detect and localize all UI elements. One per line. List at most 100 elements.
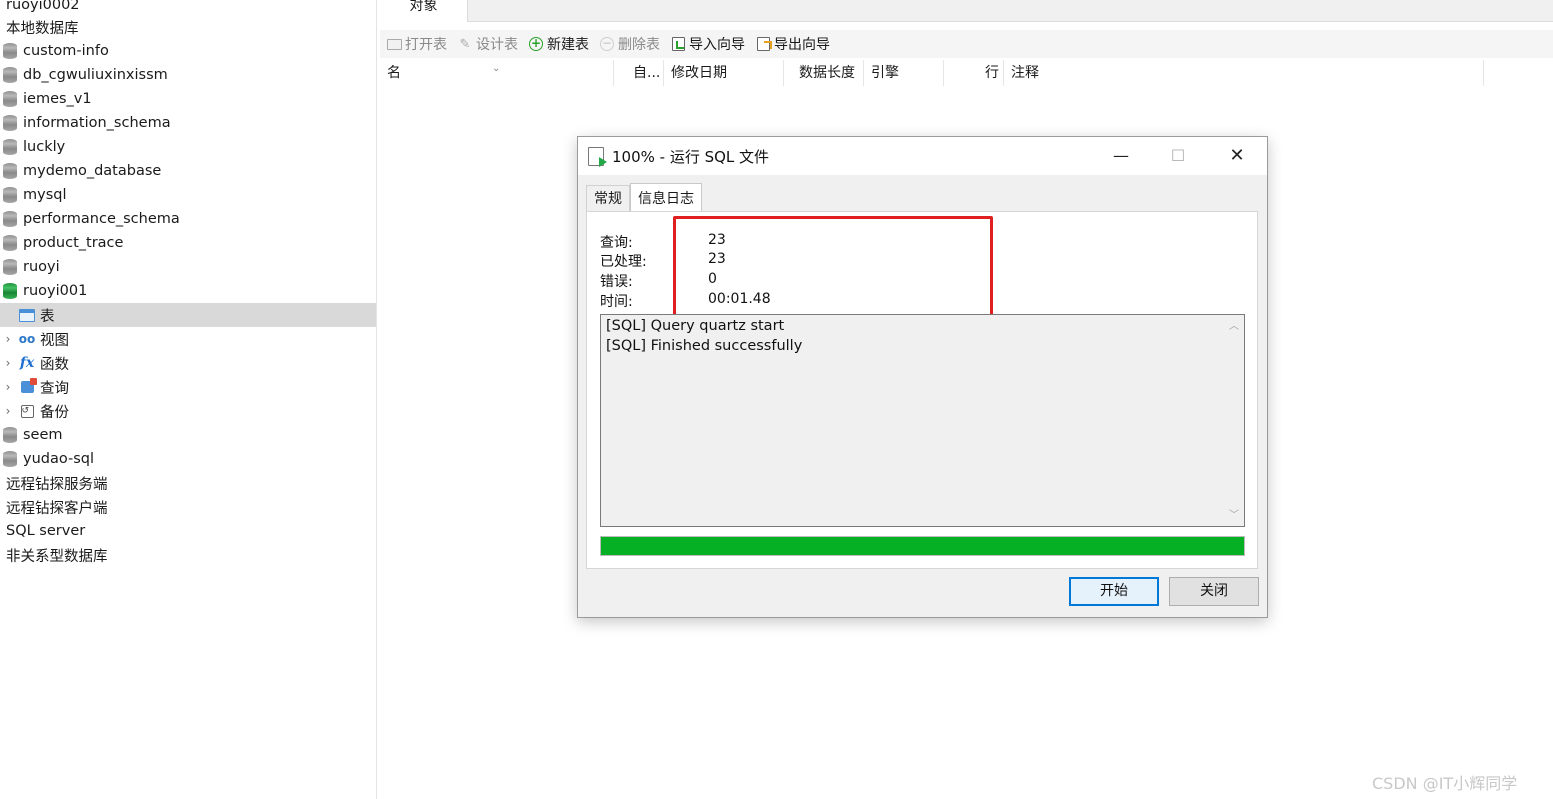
tab-general[interactable]: 常规 <box>586 185 630 211</box>
sort-chevron-icon: ⌄ <box>492 63 501 74</box>
view-icon: oo <box>18 332 36 346</box>
log-output[interactable]: [SQL] Query quartz start [SQL] Finished … <box>600 314 1245 527</box>
tree-item-mydemo-database[interactable]: mydemo_database <box>0 159 376 183</box>
watermark: CSDN @IT小辉同学 <box>1372 774 1518 793</box>
tree-item-functions[interactable]: › fx 函数 <box>0 351 376 375</box>
log-line: [SQL] Finished successfully <box>606 338 803 354</box>
processed-label: 已处理: <box>600 254 647 270</box>
tree-item-ruoyi[interactable]: ruoyi <box>0 255 376 279</box>
tree-item-label: SQL server <box>6 523 86 539</box>
tree-item-label: ruoyi001 <box>23 283 88 299</box>
close-button[interactable]: 关闭 <box>1169 577 1259 606</box>
tree-item-db-cgwuliuxinxissm[interactable]: db_cgwuliuxinxissm <box>0 63 376 87</box>
folder-icon <box>386 36 402 52</box>
tree-item-iemes-v1[interactable]: iemes_v1 <box>0 87 376 111</box>
tree-item-label: 本地数据库 <box>6 20 79 37</box>
tree-item-yudao-sql[interactable]: yudao-sql <box>0 447 376 471</box>
tree-item-local-db[interactable]: 本地数据库 <box>0 15 376 39</box>
tab-bar: 对象 <box>380 0 1553 22</box>
column-auto[interactable]: 自... <box>626 60 664 86</box>
tree-item-ruoyi001[interactable]: ruoyi001 <box>0 279 376 303</box>
minus-circle-icon: − <box>600 36 614 51</box>
export-wizard-button[interactable]: 导出向导 <box>755 34 830 54</box>
tab-message-log[interactable]: 信息日志 <box>630 183 702 211</box>
chevron-right-icon[interactable]: › <box>1 332 15 346</box>
tree-item-custom-info[interactable]: custom-info <box>0 39 376 63</box>
run-sql-file-dialog: 100% - 运行 SQL 文件 — ☐ ✕ 常规 信息日志 查询: 23 已处… <box>577 136 1268 618</box>
tree-item-information-schema[interactable]: information_schema <box>0 111 376 135</box>
tree-item-remote-drill-client[interactable]: 远程钻探客户端 <box>0 495 376 519</box>
tree-item-queries[interactable]: › 查询 <box>0 375 376 399</box>
minimize-button[interactable]: — <box>1092 137 1150 175</box>
log-line: [SQL] Query quartz start <box>606 318 785 334</box>
tree-item-seem[interactable]: seem <box>0 423 376 447</box>
database-icon <box>3 235 17 251</box>
column-data-length[interactable]: 数据长度 <box>792 60 864 86</box>
tree-item-nosql[interactable]: 非关系型数据库 <box>0 543 376 567</box>
tree-item-label: 函数 <box>40 356 69 373</box>
scroll-down-icon[interactable]: ﹀ <box>1224 506 1244 524</box>
tree-item-label: 远程钻探服务端 <box>6 476 108 493</box>
open-table-button[interactable]: 打开表 <box>386 34 447 54</box>
tree-item-remote-drill-server[interactable]: 远程钻探服务端 <box>0 471 376 495</box>
design-table-button[interactable]: ✎ 设计表 <box>457 34 518 54</box>
tree-item-luckly[interactable]: luckly <box>0 135 376 159</box>
database-icon <box>3 163 17 179</box>
tree-item-label: 表 <box>40 308 55 325</box>
tree-item-label: information_schema <box>23 115 171 131</box>
tree-item-views[interactable]: › oo 视图 <box>0 327 376 351</box>
database-icon <box>3 187 17 203</box>
tab-objects[interactable]: 对象 <box>380 0 468 22</box>
dialog-titlebar[interactable]: 100% - 运行 SQL 文件 — ☐ ✕ <box>578 137 1267 175</box>
import-wizard-button[interactable]: 导入向导 <box>670 34 745 54</box>
import-icon <box>670 36 686 52</box>
highlight-annotation <box>673 216 993 318</box>
tree-item-sql-server[interactable]: SQL server <box>0 519 376 543</box>
column-name[interactable]: 名 ⌄ <box>380 60 614 86</box>
function-icon: fx <box>19 355 35 371</box>
progress-bar <box>600 536 1245 556</box>
chevron-right-icon[interactable]: › <box>1 404 15 418</box>
dialog-tabs: 常规 信息日志 <box>586 183 702 211</box>
query-label: 查询: <box>600 235 633 251</box>
database-icon <box>3 427 17 443</box>
tree-item-tables[interactable]: 表 <box>0 303 376 327</box>
close-window-button[interactable]: ✕ <box>1208 137 1266 175</box>
scroll-up-icon[interactable]: ︿ <box>1224 317 1244 335</box>
tree-item-label: db_cgwuliuxinxissm <box>23 67 168 83</box>
database-icon <box>3 43 17 59</box>
tree-item-product-trace[interactable]: product_trace <box>0 231 376 255</box>
tree-item-mysql[interactable]: mysql <box>0 183 376 207</box>
plus-circle-icon: + <box>529 36 543 51</box>
error-label: 错误: <box>600 274 633 290</box>
database-icon <box>3 139 17 155</box>
dialog-title: 100% - 运行 SQL 文件 <box>612 147 770 166</box>
tree-item-performance-schema[interactable]: performance_schema <box>0 207 376 231</box>
database-icon <box>3 67 17 83</box>
chevron-right-icon[interactable]: › <box>1 356 15 370</box>
table-icon <box>19 307 35 323</box>
start-button[interactable]: 开始 <box>1069 577 1159 606</box>
column-rows[interactable]: 行 <box>978 60 1004 86</box>
delete-table-button[interactable]: − 删除表 <box>599 34 660 54</box>
chevron-right-icon[interactable]: › <box>1 380 15 394</box>
tree-item-label: 备份 <box>40 404 69 421</box>
tree-item-label: mysql <box>23 187 67 203</box>
maximize-button[interactable]: ☐ <box>1149 137 1207 175</box>
tree-item-label: mydemo_database <box>23 163 162 179</box>
time-label: 时间: <box>600 294 633 310</box>
tree-item-backups[interactable]: › ↺ 备份 <box>0 399 376 423</box>
column-modified-date[interactable]: 修改日期 <box>664 60 784 86</box>
tree-item-label: product_trace <box>23 235 124 251</box>
sidebar-tree: ruoyi0002 本地数据库 custom-info db_cgwuliuxi… <box>0 0 377 799</box>
progress-fill <box>601 537 1244 555</box>
column-comment[interactable]: 注释 <box>1004 60 1484 86</box>
new-table-button[interactable]: + 新建表 <box>528 34 589 54</box>
backup-icon: ↺ <box>19 403 35 419</box>
open-database-icon <box>3 283 17 299</box>
column-engine[interactable]: 引擎 <box>864 60 944 86</box>
database-icon <box>3 451 17 467</box>
database-icon <box>3 211 17 227</box>
run-sql-file-icon <box>588 146 607 167</box>
log-scrollbar[interactable]: ︿ ﹀ <box>1224 315 1244 526</box>
